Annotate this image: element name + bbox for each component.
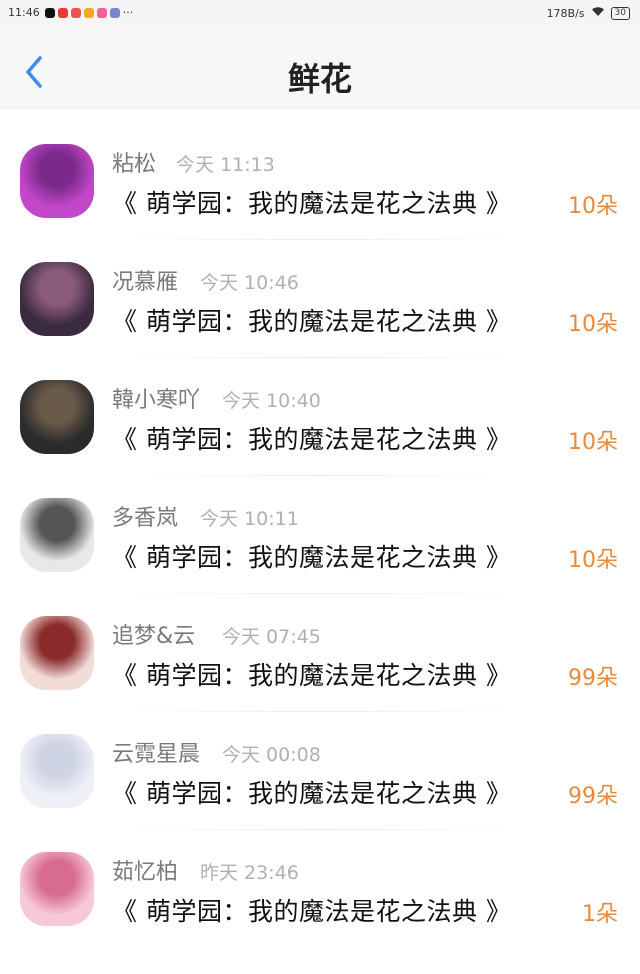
avatar[interactable]: [20, 616, 94, 690]
avatar[interactable]: [20, 380, 94, 454]
status-time: 11:46: [8, 6, 40, 19]
user-name[interactable]: 况慕雁: [112, 264, 178, 296]
status-right: 178B/s 30: [547, 6, 630, 20]
book-title[interactable]: 《 萌学园：我的魔法是花之法典 》: [112, 774, 511, 810]
app-red-icon: [57, 7, 68, 18]
timestamp: 今天 10:40: [222, 390, 321, 412]
timestamp: 今天 10:11: [200, 508, 299, 530]
list-item[interactable]: 粘松 今天 11:13 《 萌学园：我的魔法是花之法典 》 10朵: [0, 122, 640, 240]
list-item[interactable]: 追梦&云 今天 07:45 《 萌学园：我的魔法是花之法典 》 99朵: [0, 594, 640, 712]
book-title[interactable]: 《 萌学园：我的魔法是花之法典 》: [112, 656, 511, 692]
list-item[interactable]: 多香岚 今天 10:11 《 萌学园：我的魔法是花之法典 》 10朵: [0, 476, 640, 594]
user-name[interactable]: 多香岚: [112, 500, 178, 532]
timestamp: 今天 11:13: [176, 154, 275, 176]
battery-indicator: 30: [610, 6, 630, 20]
book-title[interactable]: 《 萌学园：我的魔法是花之法典 》: [112, 892, 511, 928]
user-name[interactable]: 云霓星晨: [112, 736, 200, 768]
avatar[interactable]: [20, 852, 94, 926]
status-bar: 11:46 ··· 178B/s 30: [0, 0, 640, 26]
tiktok-icon: [44, 7, 55, 18]
app-red2-icon: [70, 7, 81, 18]
flower-count: 1朵: [582, 902, 618, 927]
avatar[interactable]: [20, 262, 94, 336]
avatar[interactable]: [20, 144, 94, 218]
list-item[interactable]: 况慕雁 今天 10:46 《 萌学园：我的魔法是花之法典 》 10朵: [0, 240, 640, 358]
header: 鲜花: [0, 26, 640, 108]
weibo-icon: [83, 7, 94, 18]
flower-count: 10朵: [568, 430, 618, 455]
timestamp: 今天 07:45: [222, 626, 321, 648]
flower-count: 10朵: [568, 194, 618, 219]
user-name[interactable]: 追梦&云: [112, 618, 195, 650]
app-pink-icon: [96, 7, 107, 18]
book-title[interactable]: 《 萌学园：我的魔法是花之法典 》: [112, 184, 511, 220]
book-title[interactable]: 《 萌学园：我的魔法是花之法典 》: [112, 420, 511, 456]
list-item[interactable]: 云霓星晨 今天 00:08 《 萌学园：我的魔法是花之法典 》 99朵: [0, 712, 640, 830]
timestamp: 今天 00:08: [222, 744, 321, 766]
avatar[interactable]: [20, 498, 94, 572]
flower-count: 99朵: [568, 784, 618, 809]
user-name[interactable]: 粘松: [112, 146, 156, 178]
wifi-icon: [591, 6, 605, 20]
book-title[interactable]: 《 萌学园：我的魔法是花之法典 》: [112, 538, 511, 574]
app-blue-icon: [109, 7, 120, 18]
flower-count: 10朵: [568, 312, 618, 337]
timestamp: 今天 10:46: [200, 272, 299, 294]
user-name[interactable]: 韓小寒吖: [112, 382, 200, 414]
flower-count: 99朵: [568, 666, 618, 691]
list-item[interactable]: 韓小寒吖 今天 10:40 《 萌学园：我的魔法是花之法典 》 10朵: [0, 358, 640, 476]
flower-count: 10朵: [568, 548, 618, 573]
book-title[interactable]: 《 萌学园：我的魔法是花之法典 》: [112, 302, 511, 338]
list-item[interactable]: 茹忆柏 昨天 23:46 《 萌学园：我的魔法是花之法典 》 1朵: [0, 830, 640, 948]
page-title: 鲜花: [287, 60, 352, 98]
more-notifications-icon: ···: [122, 6, 134, 19]
user-name[interactable]: 茹忆柏: [112, 854, 178, 886]
flower-list: 粘松 今天 11:13 《 萌学园：我的魔法是花之法典 》 10朵 况慕雁 今天…: [0, 122, 640, 948]
status-left: 11:46 ···: [8, 6, 133, 19]
timestamp: 昨天 23:46: [200, 862, 299, 884]
network-speed: 178B/s: [546, 6, 585, 20]
avatar[interactable]: [20, 734, 94, 808]
